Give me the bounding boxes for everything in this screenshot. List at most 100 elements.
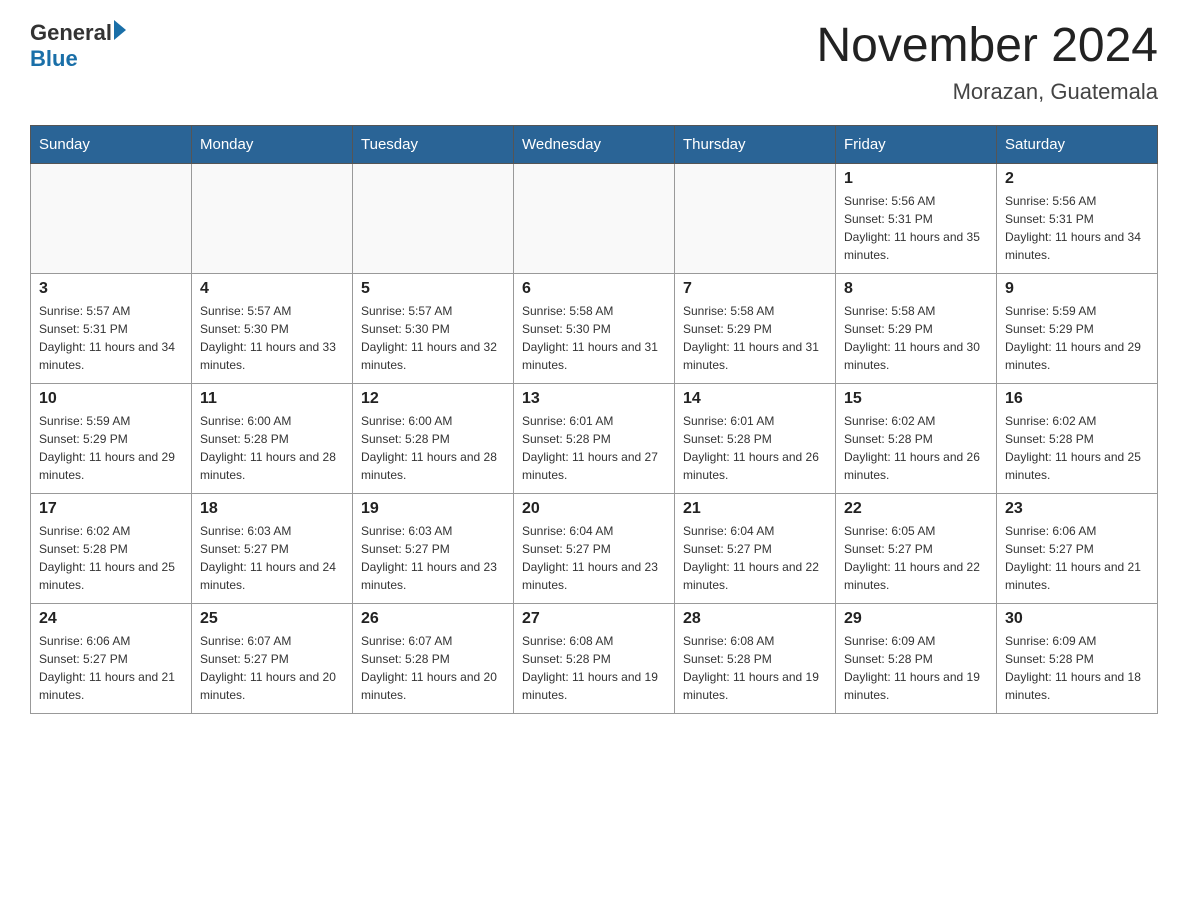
logo: General Blue (30, 20, 126, 72)
calendar-cell (192, 163, 353, 273)
day-info: Sunrise: 5:59 AM Sunset: 5:29 PM Dayligh… (39, 412, 183, 484)
header-tuesday: Tuesday (353, 125, 514, 163)
day-number: 7 (683, 280, 827, 298)
day-info: Sunrise: 6:00 AM Sunset: 5:28 PM Dayligh… (200, 412, 344, 484)
calendar-cell (31, 163, 192, 273)
calendar-cell: 24 Sunrise: 6:06 AM Sunset: 5:27 PM Dayli… (31, 603, 192, 713)
calendar-cell: 13 Sunrise: 6:01 AM Sunset: 5:28 PM Dayli… (514, 383, 675, 493)
calendar-cell: 3Sunrise: 5:57 AM Sunset: 5:31 PM Daylig… (31, 273, 192, 383)
day-number: 27 (522, 610, 666, 628)
day-number: 30 (1005, 610, 1149, 628)
calendar-cell: 14 Sunrise: 6:01 AM Sunset: 5:28 PM Dayli… (675, 383, 836, 493)
calendar-cell: 29 Sunrise: 6:09 AM Sunset: 5:28 PM Dayli… (836, 603, 997, 713)
day-number: 11 (200, 390, 344, 408)
calendar-cell: 6 Sunrise: 5:58 AM Sunset: 5:30 PM Daylig… (514, 273, 675, 383)
calendar-cell: 1Sunrise: 5:56 AM Sunset: 5:31 PM Daylig… (836, 163, 997, 273)
calendar-cell: 2Sunrise: 5:56 AM Sunset: 5:31 PM Daylig… (997, 163, 1158, 273)
day-number: 29 (844, 610, 988, 628)
day-number: 9 (1005, 280, 1149, 298)
calendar-week-3: 10 Sunrise: 5:59 AM Sunset: 5:29 PM Dayli… (31, 383, 1158, 493)
calendar-cell: 30Sunrise: 6:09 AM Sunset: 5:28 PM Dayli… (997, 603, 1158, 713)
calendar-week-5: 24 Sunrise: 6:06 AM Sunset: 5:27 PM Dayli… (31, 603, 1158, 713)
day-number: 12 (361, 390, 505, 408)
day-info: Sunrise: 6:00 AM Sunset: 5:28 PM Dayligh… (361, 412, 505, 484)
day-info: Sunrise: 6:02 AM Sunset: 5:28 PM Dayligh… (844, 412, 988, 484)
day-number: 23 (1005, 500, 1149, 518)
calendar-cell (514, 163, 675, 273)
day-info: Sunrise: 6:07 AM Sunset: 5:28 PM Dayligh… (361, 632, 505, 704)
day-info: Sunrise: 6:08 AM Sunset: 5:28 PM Dayligh… (683, 632, 827, 704)
calendar-cell: 9 Sunrise: 5:59 AM Sunset: 5:29 PM Daylig… (997, 273, 1158, 383)
header-thursday: Thursday (675, 125, 836, 163)
calendar-cell: 20 Sunrise: 6:04 AM Sunset: 5:27 PM Dayli… (514, 493, 675, 603)
calendar-cell (675, 163, 836, 273)
calendar-cell: 18Sunrise: 6:03 AM Sunset: 5:27 PM Dayli… (192, 493, 353, 603)
day-number: 10 (39, 390, 183, 408)
day-number: 24 (39, 610, 183, 628)
day-number: 19 (361, 500, 505, 518)
calendar-week-4: 17Sunrise: 6:02 AM Sunset: 5:28 PM Dayli… (31, 493, 1158, 603)
day-info: Sunrise: 5:58 AM Sunset: 5:29 PM Dayligh… (683, 302, 827, 374)
day-number: 25 (200, 610, 344, 628)
day-number: 17 (39, 500, 183, 518)
calendar-week-1: 1Sunrise: 5:56 AM Sunset: 5:31 PM Daylig… (31, 163, 1158, 273)
calendar-cell: 15 Sunrise: 6:02 AM Sunset: 5:28 PM Dayli… (836, 383, 997, 493)
day-number: 15 (844, 390, 988, 408)
calendar-cell: 19Sunrise: 6:03 AM Sunset: 5:27 PM Dayli… (353, 493, 514, 603)
day-info: Sunrise: 5:57 AM Sunset: 5:31 PM Dayligh… (39, 302, 183, 374)
calendar-cell: 28 Sunrise: 6:08 AM Sunset: 5:28 PM Dayli… (675, 603, 836, 713)
page-header: General Blue November 2024 Morazan, Guat… (30, 20, 1158, 105)
day-info: Sunrise: 6:01 AM Sunset: 5:28 PM Dayligh… (683, 412, 827, 484)
calendar-cell: 17Sunrise: 6:02 AM Sunset: 5:28 PM Dayli… (31, 493, 192, 603)
calendar-header: Sunday Monday Tuesday Wednesday Thursday… (31, 125, 1158, 163)
day-info: Sunrise: 5:56 AM Sunset: 5:31 PM Dayligh… (844, 192, 988, 264)
header-row: Sunday Monday Tuesday Wednesday Thursday… (31, 125, 1158, 163)
calendar-cell: 16Sunrise: 6:02 AM Sunset: 5:28 PM Dayli… (997, 383, 1158, 493)
day-info: Sunrise: 5:58 AM Sunset: 5:29 PM Dayligh… (844, 302, 988, 374)
day-info: Sunrise: 6:07 AM Sunset: 5:27 PM Dayligh… (200, 632, 344, 704)
calendar-cell (353, 163, 514, 273)
day-number: 28 (683, 610, 827, 628)
day-info: Sunrise: 6:06 AM Sunset: 5:27 PM Dayligh… (39, 632, 183, 704)
calendar-cell: 11 Sunrise: 6:00 AM Sunset: 5:28 PM Dayli… (192, 383, 353, 493)
day-number: 21 (683, 500, 827, 518)
day-info: Sunrise: 6:04 AM Sunset: 5:27 PM Dayligh… (522, 522, 666, 594)
logo-arrow-icon (114, 20, 126, 40)
calendar-cell: 26 Sunrise: 6:07 AM Sunset: 5:28 PM Dayli… (353, 603, 514, 713)
header-monday: Monday (192, 125, 353, 163)
calendar-cell: 27 Sunrise: 6:08 AM Sunset: 5:28 PM Dayli… (514, 603, 675, 713)
day-number: 22 (844, 500, 988, 518)
day-number: 16 (1005, 390, 1149, 408)
day-info: Sunrise: 6:09 AM Sunset: 5:28 PM Dayligh… (844, 632, 988, 704)
day-number: 13 (522, 390, 666, 408)
calendar-week-2: 3Sunrise: 5:57 AM Sunset: 5:31 PM Daylig… (31, 273, 1158, 383)
calendar-cell: 21 Sunrise: 6:04 AM Sunset: 5:27 PM Dayli… (675, 493, 836, 603)
day-info: Sunrise: 5:58 AM Sunset: 5:30 PM Dayligh… (522, 302, 666, 374)
day-info: Sunrise: 6:06 AM Sunset: 5:27 PM Dayligh… (1005, 522, 1149, 594)
day-info: Sunrise: 6:04 AM Sunset: 5:27 PM Dayligh… (683, 522, 827, 594)
logo-general: General (30, 20, 112, 46)
day-info: Sunrise: 6:05 AM Sunset: 5:27 PM Dayligh… (844, 522, 988, 594)
day-info: Sunrise: 6:08 AM Sunset: 5:28 PM Dayligh… (522, 632, 666, 704)
calendar-cell: 10 Sunrise: 5:59 AM Sunset: 5:29 PM Dayli… (31, 383, 192, 493)
calendar-cell: 8 Sunrise: 5:58 AM Sunset: 5:29 PM Daylig… (836, 273, 997, 383)
calendar-cell: 22 Sunrise: 6:05 AM Sunset: 5:27 PM Dayli… (836, 493, 997, 603)
header-friday: Friday (836, 125, 997, 163)
calendar-cell: 23 Sunrise: 6:06 AM Sunset: 5:27 PM Dayli… (997, 493, 1158, 603)
day-number: 20 (522, 500, 666, 518)
location-title: Morazan, Guatemala (816, 79, 1158, 105)
calendar-cell: 4Sunrise: 5:57 AM Sunset: 5:30 PM Daylig… (192, 273, 353, 383)
header-sunday: Sunday (31, 125, 192, 163)
header-saturday: Saturday (997, 125, 1158, 163)
logo-blue: Blue (30, 46, 78, 71)
day-info: Sunrise: 6:01 AM Sunset: 5:28 PM Dayligh… (522, 412, 666, 484)
day-number: 26 (361, 610, 505, 628)
calendar-cell: 5Sunrise: 5:57 AM Sunset: 5:30 PM Daylig… (353, 273, 514, 383)
day-number: 14 (683, 390, 827, 408)
calendar-cell: 12 Sunrise: 6:00 AM Sunset: 5:28 PM Dayli… (353, 383, 514, 493)
day-number: 2 (1005, 170, 1149, 188)
day-number: 8 (844, 280, 988, 298)
day-info: Sunrise: 5:59 AM Sunset: 5:29 PM Dayligh… (1005, 302, 1149, 374)
day-info: Sunrise: 5:57 AM Sunset: 5:30 PM Dayligh… (361, 302, 505, 374)
day-number: 6 (522, 280, 666, 298)
